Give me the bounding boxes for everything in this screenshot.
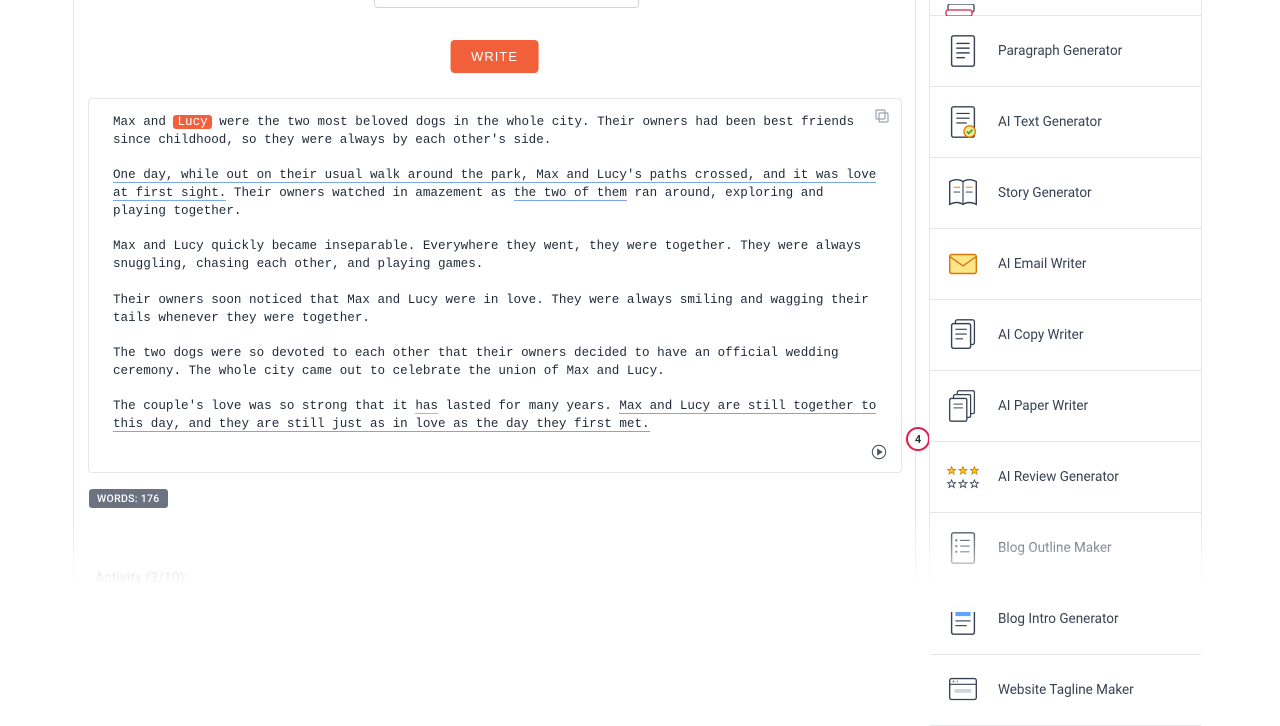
text-segment: Max and xyxy=(113,115,173,129)
suggestion-count-badge[interactable]: 4 xyxy=(906,427,930,451)
sidebar-item-label: AI Copy Writer xyxy=(998,327,1083,343)
output-paragraph: Max and Lucy quickly became inseparable.… xyxy=(113,238,877,274)
main-panel: WRITE Max and Lucy were the two most bel… xyxy=(73,0,916,612)
highlighted-word-lucy[interactable]: Lucy xyxy=(173,115,211,129)
sidebar-item-blog-intro-generator[interactable]: Blog Intro Generator xyxy=(930,584,1201,655)
output-paragraph: The couple's love was so strong that it … xyxy=(113,398,877,434)
tools-sidebar: Paragraph Generator AI Text Generator St… xyxy=(929,0,1202,612)
sidebar-item-label: Blog Intro Generator xyxy=(998,611,1119,627)
sidebar-item-label: AI Review Generator xyxy=(998,469,1119,485)
sidebar-item-ai-copy-writer[interactable]: AI Copy Writer xyxy=(930,300,1201,371)
generated-text-box: Max and Lucy were the two most beloved d… xyxy=(88,98,902,473)
prompt-input-bottom-edge[interactable] xyxy=(374,0,639,8)
sidebar-item-ai-text-generator[interactable]: AI Text Generator xyxy=(930,87,1201,158)
output-paragraph: Their owners soon noticed that Max and L… xyxy=(113,292,877,328)
sidebar-item-story-generator[interactable]: Story Generator xyxy=(930,158,1201,229)
sidebar-item-partial[interactable] xyxy=(930,0,1201,16)
papers-icon xyxy=(944,387,982,425)
doc-check-icon xyxy=(944,103,982,141)
output-paragraph: The two dogs were so devoted to each oth… xyxy=(113,345,877,381)
grammar-suggestion-span[interactable]: the two of them xyxy=(514,186,627,201)
grammar-suggestion-span[interactable]: has xyxy=(415,399,438,414)
sidebar-item-label: AI Text Generator xyxy=(998,114,1102,130)
write-button[interactable]: WRITE xyxy=(450,40,539,73)
sidebar-item-label: Story Generator xyxy=(998,185,1092,201)
sidebar-item-label: AI Email Writer xyxy=(998,256,1086,272)
word-count-badge: WORDS: 176 xyxy=(89,489,168,508)
text-segment: The couple's love was so strong that it xyxy=(113,399,415,413)
browser-icon xyxy=(944,671,982,709)
text-segment: Their owners watched in amazement as xyxy=(226,186,513,200)
book-icon xyxy=(944,174,982,212)
sidebar-item-ai-paper-writer[interactable]: AI Paper Writer xyxy=(930,371,1201,442)
text-segment: were the two most beloved dogs in the wh… xyxy=(113,115,854,147)
sidebar-item-ai-email-writer[interactable]: AI Email Writer xyxy=(930,229,1201,300)
sidebar-item-label: AI Paper Writer xyxy=(998,398,1088,414)
sidebar-item-label: Website Tagline Maker xyxy=(998,682,1134,698)
sidebar-item-website-tagline-maker[interactable]: Website Tagline Maker xyxy=(930,655,1201,726)
output-paragraph: Max and Lucy were the two most beloved d… xyxy=(113,114,877,150)
sidebar-item-label: Paragraph Generator xyxy=(998,43,1122,59)
sidebar-item-paragraph-generator[interactable]: Paragraph Generator xyxy=(930,16,1201,87)
text-segment: lasted for many years. xyxy=(438,399,619,413)
copy-icon[interactable] xyxy=(873,107,891,125)
sidebar-item-ai-review-generator[interactable]: AI Review Generator xyxy=(930,442,1201,513)
stars-icon xyxy=(944,458,982,496)
envelope-icon xyxy=(944,245,982,283)
output-paragraph: One day, while out on their usual walk a… xyxy=(113,167,877,221)
doc-list-icon xyxy=(944,529,982,567)
tool-icon-partial xyxy=(944,1,982,13)
doc-intro-icon xyxy=(944,600,982,638)
activity-label: Activity (3/10): xyxy=(95,570,188,586)
doc-stack-icon xyxy=(944,316,982,354)
doc-lines-icon xyxy=(944,32,982,70)
sidebar-item-label: Blog Outline Maker xyxy=(998,540,1112,556)
play-audio-icon[interactable] xyxy=(871,444,887,460)
sidebar-item-blog-outline-maker[interactable]: Blog Outline Maker xyxy=(930,513,1201,584)
